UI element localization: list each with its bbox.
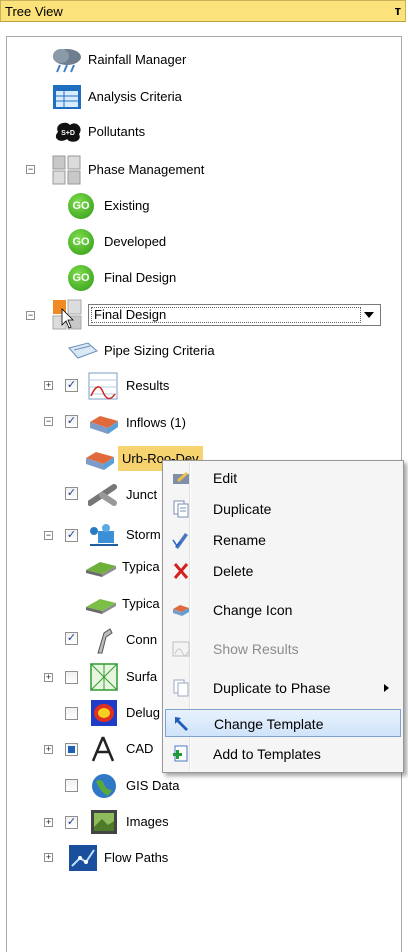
expand-surfaces[interactable]: + bbox=[44, 673, 53, 682]
chevron-down-icon[interactable] bbox=[364, 312, 374, 318]
label-junctions: Junct bbox=[126, 487, 158, 502]
label-pollutants: Pollutants bbox=[88, 124, 146, 139]
menu-item-label: Edit bbox=[213, 470, 238, 486]
phase-grid-icon bbox=[52, 155, 81, 185]
deluge-checkbox[interactable] bbox=[65, 707, 78, 720]
pipe-sizing-icon bbox=[68, 342, 98, 359]
label-cad: CAD bbox=[126, 741, 154, 756]
menu-item-rename[interactable]: Rename bbox=[165, 526, 401, 554]
expand-results[interactable]: + bbox=[44, 381, 53, 390]
menu-item-label: Rename bbox=[213, 532, 266, 548]
surfaces-checkbox[interactable] bbox=[65, 671, 78, 684]
label-results: Results bbox=[126, 378, 170, 393]
surface-tile-icon bbox=[86, 599, 116, 614]
label-analysis-criteria: Analysis Criteria bbox=[88, 89, 182, 104]
cad-compass-icon bbox=[91, 736, 115, 762]
collapse-phase-management[interactable]: − bbox=[26, 165, 35, 174]
phase-select[interactable]: Final Design bbox=[88, 304, 381, 326]
menu-item-change-icon[interactable]: Change Icon bbox=[165, 596, 401, 624]
flow-paths-icon bbox=[69, 845, 97, 871]
expand-images[interactable]: + bbox=[44, 818, 53, 827]
rain-cloud-icon bbox=[53, 49, 81, 73]
label-pipe-sizing: Pipe Sizing Criteria bbox=[104, 343, 215, 358]
pollutant-badge: S+D bbox=[61, 130, 75, 137]
menu-item-edit[interactable]: Edit bbox=[165, 464, 401, 492]
inflow-icon bbox=[90, 416, 118, 434]
label-flow-paths: Flow Paths bbox=[104, 850, 169, 865]
collapse-phase-node[interactable]: − bbox=[26, 311, 35, 320]
submenu-arrow-icon bbox=[384, 684, 389, 692]
edit-icon bbox=[173, 472, 189, 484]
menu-item-duplicate-to-phase[interactable]: Duplicate to Phase bbox=[165, 674, 401, 702]
globe-icon bbox=[92, 774, 116, 798]
label-phase-final-design: Final Design bbox=[104, 270, 177, 285]
connections-checkbox[interactable]: ✓ bbox=[65, 632, 78, 645]
label-phase-existing: Existing bbox=[104, 198, 150, 213]
label-connections: Conn bbox=[126, 632, 158, 647]
cad-checkbox[interactable] bbox=[65, 743, 78, 756]
add-template-icon bbox=[173, 745, 188, 762]
label-typical-2: Typica bbox=[122, 596, 160, 611]
menu-item-label: Change Icon bbox=[213, 602, 293, 618]
connector-icon bbox=[97, 628, 113, 654]
images-checkbox[interactable]: ✓ bbox=[65, 816, 78, 829]
label-phase-developed: Developed bbox=[104, 234, 167, 249]
menu-item-label: Delete bbox=[213, 563, 254, 579]
label-storm: Storm bbox=[126, 527, 161, 542]
inflows-checkbox[interactable]: ✓ bbox=[65, 415, 78, 428]
active-phase-icon bbox=[52, 299, 82, 330]
results-checkbox[interactable]: ✓ bbox=[65, 379, 78, 392]
context-menu: Edit Duplicate Rename Delete Change Icon… bbox=[162, 460, 404, 773]
change-template-icon bbox=[175, 717, 188, 731]
label-inflows: Inflows (1) bbox=[126, 415, 186, 430]
storm-checkbox[interactable]: ✓ bbox=[65, 529, 78, 542]
deluge-heatmap-icon bbox=[91, 700, 117, 726]
go-icon: GO bbox=[68, 229, 94, 255]
menu-item-show-results: Show Results bbox=[165, 635, 401, 663]
inflow-icon bbox=[86, 452, 114, 470]
go-icon: GO bbox=[68, 193, 94, 219]
tree-view-title-bar: Tree View т bbox=[0, 0, 406, 22]
gis-checkbox[interactable] bbox=[65, 779, 78, 792]
storm-network-icon bbox=[90, 524, 118, 546]
duplicate-icon bbox=[173, 500, 189, 518]
menu-item-label: Duplicate bbox=[213, 501, 272, 517]
label-typical-1: Typica bbox=[122, 559, 160, 574]
phase-select-value: Final Design bbox=[91, 307, 361, 323]
delete-icon bbox=[173, 563, 189, 579]
menu-item-label: Change Template bbox=[214, 716, 324, 732]
pin-icon[interactable]: т bbox=[395, 3, 401, 18]
image-icon bbox=[91, 810, 117, 834]
menu-item-delete[interactable]: Delete bbox=[165, 557, 401, 585]
duplicate-icon bbox=[173, 679, 189, 697]
surface-mesh-icon bbox=[90, 663, 118, 691]
go-icon: GO bbox=[68, 265, 94, 291]
pollutant-blob-icon: S+D bbox=[55, 122, 81, 142]
menu-item-add-to-templates[interactable]: Add to Templates bbox=[165, 740, 401, 768]
label-phase-management: Phase Management bbox=[88, 162, 205, 177]
table-icon bbox=[53, 85, 81, 109]
surface-tile-icon bbox=[86, 562, 116, 577]
expand-cad[interactable]: + bbox=[44, 745, 53, 754]
change-icon-icon bbox=[173, 605, 189, 616]
junctions-checkbox[interactable]: ✓ bbox=[65, 487, 78, 500]
label-gis-data: GIS Data bbox=[126, 778, 180, 793]
collapse-inflows[interactable]: − bbox=[44, 417, 53, 426]
label-deluge: Delug bbox=[126, 705, 160, 720]
label-surfaces: Surfa bbox=[126, 669, 158, 684]
menu-item-label: Duplicate to Phase bbox=[213, 680, 331, 696]
label-images: Images bbox=[126, 814, 169, 829]
label-rainfall-manager: Rainfall Manager bbox=[88, 52, 187, 67]
menu-item-change-template[interactable]: Change Template bbox=[165, 709, 401, 737]
panel-title: Tree View bbox=[5, 4, 63, 19]
menu-item-label: Add to Templates bbox=[213, 746, 321, 762]
menu-item-duplicate[interactable]: Duplicate bbox=[165, 495, 401, 523]
results-chart-icon bbox=[88, 372, 118, 400]
menu-item-label: Show Results bbox=[213, 641, 299, 657]
pipe-junction-icon bbox=[88, 484, 117, 506]
rename-icon bbox=[172, 533, 188, 549]
results-chart-icon bbox=[172, 641, 190, 657]
expand-flow-paths[interactable]: + bbox=[44, 853, 53, 862]
collapse-storm[interactable]: − bbox=[44, 531, 53, 540]
